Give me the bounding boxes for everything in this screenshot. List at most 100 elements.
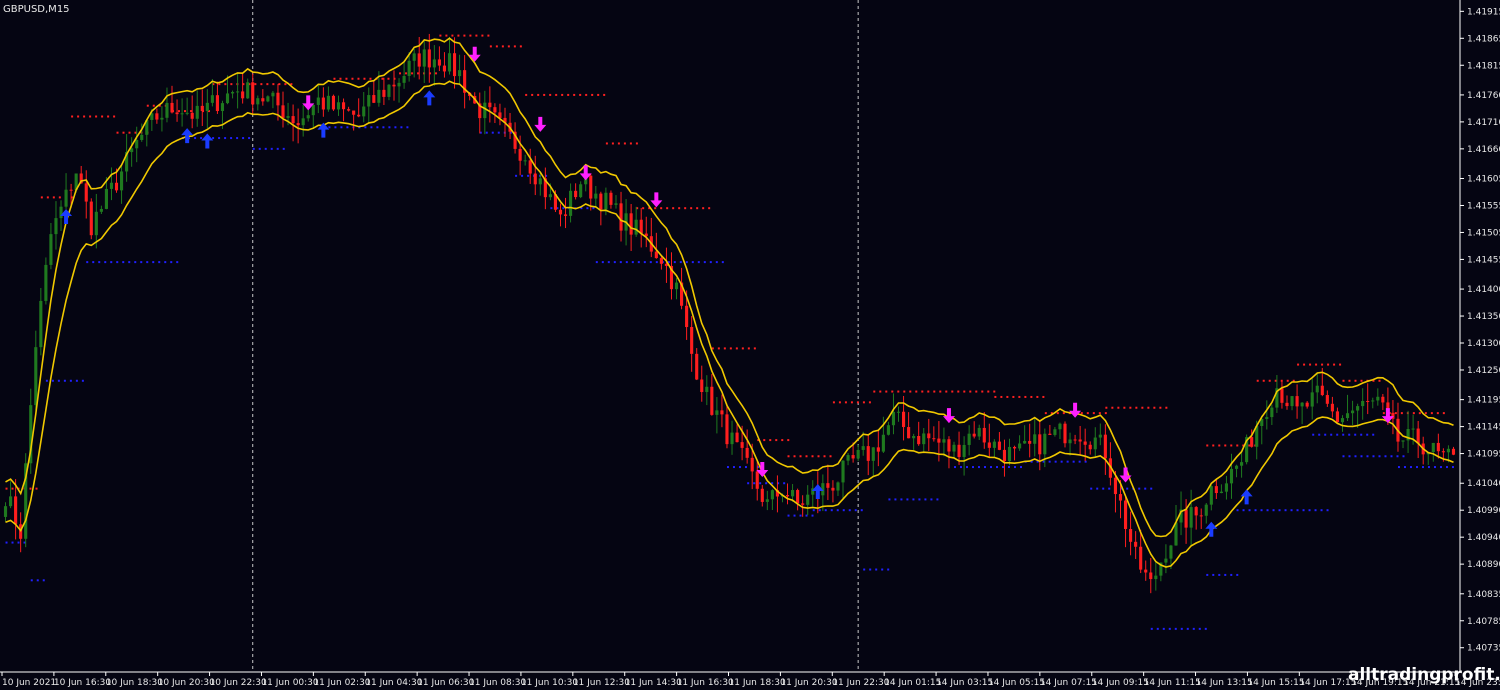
support-dot xyxy=(1366,455,1369,458)
candle-bull xyxy=(942,439,946,443)
candle-bull xyxy=(236,91,240,93)
candle-bull xyxy=(165,102,169,118)
resistance-dot xyxy=(799,455,802,458)
support-dot xyxy=(1236,573,1239,576)
support-dot xyxy=(930,498,933,501)
support-dot xyxy=(158,261,161,264)
x-tick-label: 10 Jun 18:30 xyxy=(106,678,163,688)
candle-bull xyxy=(1093,437,1097,450)
resistance-dot xyxy=(507,45,510,48)
resistance-dot xyxy=(885,390,888,393)
support-dot xyxy=(875,568,878,571)
support-dot xyxy=(370,126,373,129)
y-tick-label: 1.40990 xyxy=(1467,506,1500,516)
resistance-dot xyxy=(405,72,408,75)
support-dot xyxy=(586,207,589,210)
resistance-dot xyxy=(52,196,55,199)
support-dot xyxy=(1314,509,1317,512)
resistance-dot xyxy=(1206,444,1209,447)
x-tick-label: 11 Jun 18:30 xyxy=(729,678,786,688)
support-dot xyxy=(863,568,866,571)
resistance-dot xyxy=(58,196,61,199)
candle-bear xyxy=(392,84,396,87)
candle-bear xyxy=(452,53,457,77)
candle-bear xyxy=(997,441,1001,450)
support-dot xyxy=(1372,455,1375,458)
candle-bear xyxy=(629,213,633,235)
y-tick-label: 1.40835 xyxy=(1467,590,1500,600)
candle-bear xyxy=(710,386,714,415)
candle-bear xyxy=(352,110,356,115)
candle-bear xyxy=(251,82,255,105)
watermark: alltradingprofit.com xyxy=(1348,665,1500,685)
candle-bear xyxy=(987,442,991,448)
support-dot xyxy=(703,261,706,264)
candle-bear xyxy=(1330,403,1334,412)
candle-bull xyxy=(49,234,53,265)
candle-bear xyxy=(296,123,300,126)
candle-bull xyxy=(1446,448,1450,453)
candle-bull xyxy=(1068,439,1072,444)
candle-bull xyxy=(3,506,8,517)
candle-bear xyxy=(89,201,93,236)
resistance-dot xyxy=(83,115,86,118)
resistance-dot xyxy=(1315,363,1318,366)
candle-bear xyxy=(215,95,219,112)
support-dot xyxy=(912,498,915,501)
candle-bull xyxy=(1023,440,1027,444)
support-dot xyxy=(98,261,101,264)
resistance-dot xyxy=(1303,363,1306,366)
candle-bull xyxy=(109,182,114,189)
x-tick-label: 14 Jun 13:15 xyxy=(1196,678,1253,688)
support-dot xyxy=(550,207,553,210)
resistance-dot xyxy=(11,487,14,490)
support-dot xyxy=(1342,433,1345,436)
candle-bull xyxy=(483,102,487,119)
candle-bear xyxy=(1335,411,1340,423)
support-dot xyxy=(17,541,20,544)
candle-bear xyxy=(957,444,961,457)
candle-bear xyxy=(654,251,658,259)
resistance-dot xyxy=(811,455,814,458)
resistance-dot xyxy=(224,83,227,86)
y-tick-label: 1.41605 xyxy=(1467,175,1500,185)
support-dot xyxy=(1150,487,1153,490)
support-dot xyxy=(869,568,872,571)
resistance-dot xyxy=(723,347,726,350)
resistance-dot xyxy=(549,93,552,96)
resistance-dot xyxy=(369,77,372,80)
resistance-dot xyxy=(1018,395,1021,398)
candle-bull xyxy=(715,410,719,415)
candle-bear xyxy=(155,113,159,120)
price-chart[interactable]: 1.41915 1.41865 1.41815 1.41760 1.41710 1.416… xyxy=(0,0,1500,690)
support-dot xyxy=(924,498,927,501)
resistance-dot xyxy=(879,390,882,393)
resistance-dot xyxy=(838,401,841,404)
y-tick-label: 1.41760 xyxy=(1467,91,1500,101)
support-dot xyxy=(200,137,203,140)
support-dot xyxy=(51,379,54,382)
candle-bear xyxy=(261,98,265,102)
support-dot xyxy=(1445,466,1448,469)
support-dot xyxy=(1427,466,1430,469)
support-dot xyxy=(1354,455,1357,458)
support-dot xyxy=(1360,455,1363,458)
support-dot xyxy=(1066,460,1069,463)
resistance-dot xyxy=(729,347,732,350)
support-dot xyxy=(282,147,285,150)
support-dot xyxy=(122,261,125,264)
resistance-dot xyxy=(684,207,687,210)
resistance-dot xyxy=(71,115,74,118)
support-dot xyxy=(744,466,747,469)
support-dot xyxy=(1108,487,1111,490)
support-dot xyxy=(1320,509,1323,512)
resistance-dot xyxy=(89,115,92,118)
resistance-dot xyxy=(1256,379,1259,382)
candle-bull xyxy=(538,178,542,185)
candle-bear xyxy=(876,447,880,452)
resistance-dot xyxy=(1236,444,1239,447)
support-dot xyxy=(679,261,682,264)
y-tick-label: 1.40940 xyxy=(1467,533,1500,543)
chart-background xyxy=(0,0,1500,690)
candle-bull xyxy=(791,490,795,497)
